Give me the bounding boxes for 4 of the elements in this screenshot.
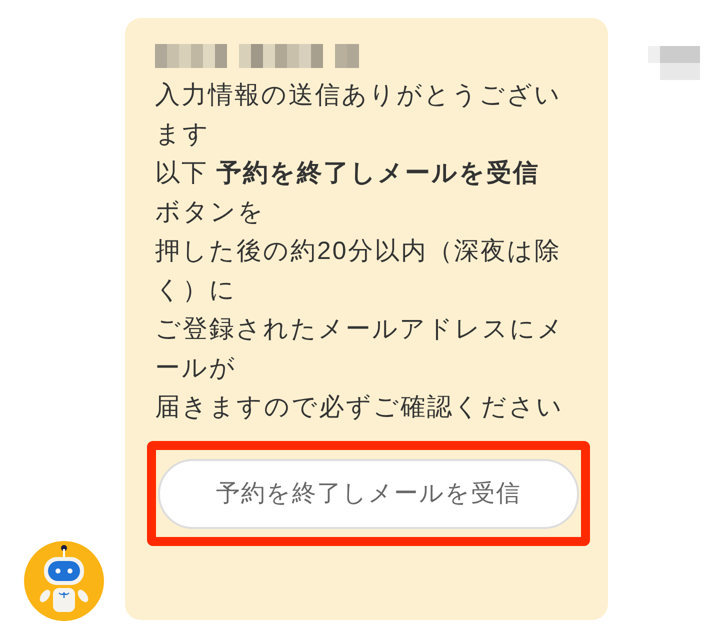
- message-text: 入力情報の送信ありがとうござい ます 以下 予約を終了しメールを受信 ボタンを 押した後の約20分以内（深夜は除 く）に ご登録されたメールアドレスにメ ールが 届きますので必ずご確認ください: [155, 80, 566, 423]
- redacted-label-drawing: [648, 46, 700, 80]
- robot-avatar-icon: [23, 540, 105, 622]
- finish-reservation-button[interactable]: 予約を終了しメールを受信: [158, 458, 579, 528]
